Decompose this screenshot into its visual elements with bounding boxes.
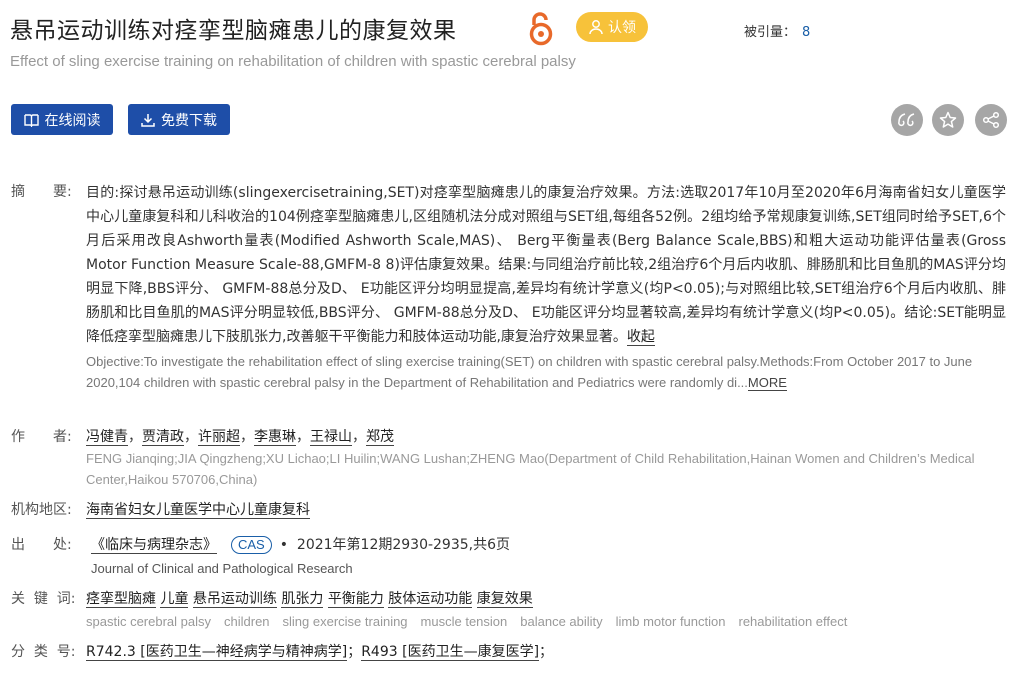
open-access-icon[interactable]	[528, 12, 554, 46]
class-name: [医药卫生—康复医学]	[402, 644, 540, 660]
class-code: R742.3	[86, 644, 136, 660]
bullet-separator: •	[279, 537, 288, 553]
cite-label: 被引量：	[744, 25, 797, 40]
issue-info: 2021年第12期2930-2935,共6页	[296, 537, 511, 553]
keywords-content: 痉挛型脑瘫 儿童 悬吊运动训练 肌张力 平衡能力 肢体运动功能 康复效果 spa…	[86, 588, 1006, 632]
keyword-link[interactable]: 肌张力	[281, 591, 324, 608]
author-link[interactable]: 许丽超	[198, 429, 240, 446]
keyword-en[interactable]: muscle tension	[421, 614, 508, 629]
class-code: R493	[361, 644, 398, 660]
abstract-en: Objective:To investigate the rehabilitat…	[86, 351, 1006, 393]
citation-count: 被引量： 8	[744, 21, 810, 40]
claim-button[interactable]: 认领	[576, 12, 648, 42]
author-link[interactable]: 王禄山	[310, 429, 352, 446]
author-link[interactable]: 李惠琳	[254, 429, 296, 446]
abstract-label: 摘 要:	[11, 184, 72, 200]
abstract-cn-text: 目的:探讨悬吊运动训练(slingexercisetraining,SET)对痉…	[86, 185, 1006, 345]
keyword-link[interactable]: 悬吊运动训练	[192, 591, 277, 608]
source-content: 《临床与病理杂志》 CAS • 2021年第12期2930-2935,共6页 Jou…	[91, 534, 1011, 579]
read-online-label: 在线阅读	[44, 112, 101, 129]
star-icon	[939, 111, 957, 128]
classification-content: R742.3 [医药卫生—神经病学与精神病学]；R493 [医药卫生—康复医学]…	[86, 644, 554, 661]
author-link[interactable]: 贾清政	[142, 429, 184, 446]
keyword-en[interactable]: spastic cerebral palsy	[86, 614, 211, 629]
keyword-link[interactable]: 痉挛型脑瘫	[86, 591, 156, 608]
keywords-cn: 痉挛型脑瘫 儿童 悬吊运动训练 肌张力 平衡能力 肢体运动功能 康复效果	[86, 588, 1006, 608]
org-content: 海南省妇女儿童医学中心儿童康复科	[86, 499, 1006, 519]
article-title: 悬吊运动训练对痉挛型脑瘫患儿的康复效果	[10, 18, 457, 44]
class-code-link[interactable]: R742.3 [医药卫生—神经病学与精神病学]	[86, 644, 348, 661]
quote-icon	[898, 113, 915, 127]
claim-label: 认领	[608, 20, 636, 36]
book-icon	[23, 113, 39, 127]
share-button[interactable]	[975, 104, 1007, 136]
source-label: 出 处:	[11, 537, 72, 553]
authors-en: FENG Jianqing;JIA Qingzheng;XU Lichao;LI…	[86, 451, 975, 487]
keyword-en[interactable]: balance ability	[520, 614, 602, 629]
author-list: 冯健青，贾清政，许丽超，李惠琳，王禄山，郑茂	[86, 429, 394, 446]
org-link[interactable]: 海南省妇女儿童医学中心儿童康复科	[86, 502, 310, 519]
abstract-content: 目的:探讨悬吊运动训练(slingexercisetraining,SET)对痉…	[86, 181, 1006, 393]
keyword-link[interactable]: 儿童	[160, 591, 189, 608]
download-button[interactable]: 免费下载	[128, 104, 230, 135]
keyword-en[interactable]: sling exercise training	[283, 614, 408, 629]
share-icon	[982, 111, 1000, 129]
english-title: Effect of sling exercise training on reh…	[10, 53, 576, 70]
abstract-cn: 目的:探讨悬吊运动训练(slingexercisetraining,SET)对痉…	[86, 181, 1006, 349]
author-link[interactable]: 冯健青	[86, 429, 128, 446]
read-online-button[interactable]: 在线阅读	[11, 104, 113, 135]
download-label: 免费下载	[161, 112, 217, 129]
keyword-en[interactable]: rehabilitation effect	[738, 614, 847, 629]
user-icon	[589, 20, 603, 35]
keyword-en[interactable]: limb motor function	[616, 614, 726, 629]
favorite-button[interactable]	[932, 104, 964, 136]
keyword-en[interactable]: children	[224, 614, 270, 629]
class-name: [医药卫生—神经病学与精神病学]	[140, 644, 348, 660]
journal-en: Journal of Clinical and Pathological Res…	[91, 561, 353, 576]
download-icon	[141, 113, 155, 127]
org-label: 机构地区:	[11, 502, 72, 518]
classification-label: 分 类 号:	[11, 644, 76, 660]
journal-link[interactable]: 《临床与病理杂志》	[91, 537, 217, 554]
keywords-en: spastic cerebral palsy children sling exer…	[86, 611, 1006, 632]
class-code-link[interactable]: R493 [医药卫生—康复医学]	[361, 644, 540, 661]
author-link[interactable]: 郑茂	[366, 429, 394, 446]
cas-badge[interactable]: CAS	[231, 536, 272, 554]
author-content: 冯健青，贾清政，许丽超，李惠琳，王禄山，郑茂 FENG Jianqing;JIA…	[86, 426, 1006, 490]
author-label: 作 者:	[11, 429, 72, 445]
keyword-link[interactable]: 肢体运动功能	[388, 591, 473, 608]
title-row: 悬吊运动训练对痉挛型脑瘫患儿的康复效果 认领 被引量： 8	[10, 9, 1010, 49]
more-link[interactable]: MORE	[747, 375, 787, 391]
abstract-en-text: Objective:To investigate the rehabilitat…	[86, 354, 973, 390]
keywords-label: 关 键 词:	[11, 591, 76, 607]
cite-number[interactable]: 8	[802, 25, 810, 40]
keyword-link[interactable]: 平衡能力	[327, 591, 384, 608]
keyword-link[interactable]: 康复效果	[476, 591, 533, 608]
source-line: 《临床与病理杂志》 CAS • 2021年第12期2930-2935,共6页	[91, 534, 1011, 554]
quote-button[interactable]	[891, 104, 923, 136]
collapse-link[interactable]: 收起	[626, 329, 655, 346]
